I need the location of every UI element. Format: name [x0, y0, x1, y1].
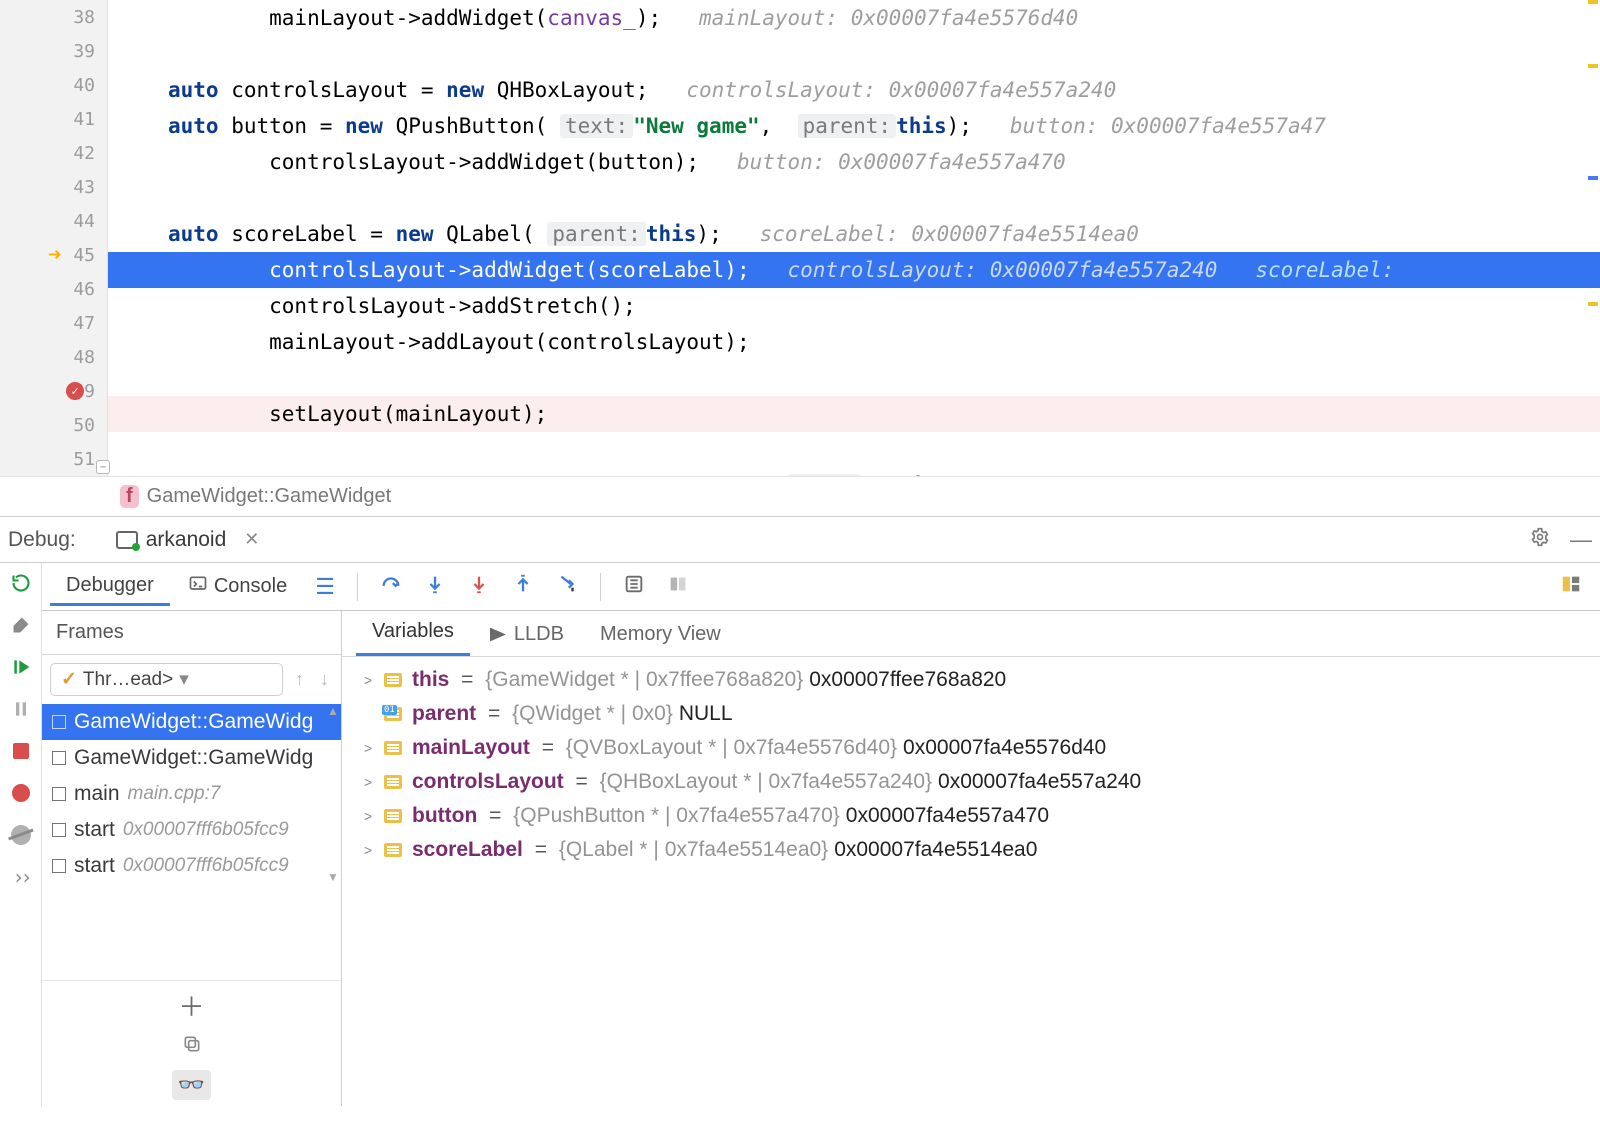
evaluate-expression-button[interactable] [613, 573, 655, 601]
frame-list[interactable]: ▲▼ GameWidget::GameWidgGameWidget::GameW… [42, 704, 341, 884]
stack-frame-item[interactable]: start 0x00007fff6b05fcc9 [42, 812, 341, 848]
variables-pane: Variables LLDB Memory View >this = {Game… [342, 611, 1600, 1106]
debug-tabs-row: Debugger Console ☰ [42, 563, 1600, 611]
variable-row[interactable]: >scoreLabel = {QLabel * | 0x7fa4e5514ea0… [354, 833, 1588, 867]
code-editor[interactable]: 3839404142434445➜464748495051 mainLayout… [0, 0, 1600, 476]
pause-button[interactable] [9, 697, 33, 721]
frame-icon [52, 751, 66, 765]
frame-icon [52, 787, 66, 801]
stack-frame-item[interactable]: start 0x00007fff6b05fcc9 [42, 848, 341, 884]
stop-button[interactable] [9, 739, 33, 763]
debug-label: Debug: [8, 528, 76, 552]
rerun-button[interactable] [9, 571, 33, 595]
layout-settings-button[interactable] [1550, 573, 1592, 601]
step-into-button[interactable] [414, 573, 456, 601]
resume-button[interactable] [9, 655, 33, 679]
debug-config-name: arkanoid [146, 528, 227, 552]
frames-pane: Frames ✓ Thr…ead> ▾ ↑ ↓ ▲▼ GameWidget::G… [42, 611, 342, 1106]
minimize-icon[interactable]: — [1570, 527, 1592, 553]
stack-frame-item[interactable]: GameWidget::GameWidg [42, 740, 341, 776]
variable-row[interactable]: parent = {QWidget * | 0x0} NULL [354, 697, 1588, 731]
debugger-tab[interactable]: Debugger [50, 568, 170, 606]
next-frame-button[interactable]: ↓ [316, 669, 333, 690]
breadcrumb-bar[interactable]: f GameWidget::GameWidget [0, 476, 1600, 516]
force-step-into-button[interactable] [458, 573, 500, 601]
threads-icon[interactable]: ☰ [305, 574, 345, 600]
trace-button[interactable] [657, 573, 699, 601]
variables-tab[interactable]: Variables [356, 610, 470, 656]
run-to-cursor-button[interactable] [546, 573, 588, 601]
add-watch-button[interactable]: ＋ [178, 987, 204, 1024]
debug-configuration-pill[interactable]: arkanoid ✕ [106, 526, 270, 554]
variable-icon [384, 707, 402, 721]
thread-selector[interactable]: ✓ Thr…ead> ▾ [50, 663, 283, 696]
prev-frame-button[interactable]: ↑ [291, 669, 308, 690]
debug-toolwindow-header: Debug: arkanoid ✕ — [0, 516, 1600, 562]
variable-row[interactable]: >this = {GameWidget * | 0x7ffee768a820} … [354, 663, 1588, 697]
breakpoint-icon[interactable] [66, 382, 84, 400]
chevron-down-icon: ▾ [179, 668, 189, 691]
lldb-tab[interactable]: LLDB [474, 613, 580, 656]
console-icon [188, 574, 208, 600]
stack-frame-item[interactable]: main main.cpp:7 [42, 776, 341, 812]
variable-icon [384, 673, 402, 687]
gear-icon[interactable] [1530, 527, 1550, 553]
variable-row[interactable]: >controlsLayout = {QHBoxLayout * | 0x7fa… [354, 765, 1588, 799]
console-tab[interactable]: Console [172, 568, 303, 606]
copy-frame-button[interactable] [182, 1034, 202, 1060]
frame-icon [52, 823, 66, 837]
close-icon[interactable]: ✕ [244, 529, 259, 550]
play-icon [490, 628, 506, 642]
variable-row[interactable]: >mainLayout = {QVBoxLayout * | 0x7fa4e55… [354, 731, 1588, 765]
editor-code-area[interactable]: mainLayout->addWidget(canvas_); mainLayo… [108, 0, 1600, 476]
frames-heading: Frames [42, 611, 341, 655]
step-out-button[interactable] [502, 573, 544, 601]
view-breakpoints-button[interactable] [9, 781, 33, 805]
variable-icon [384, 809, 402, 823]
variable-icon [384, 741, 402, 755]
execution-point-icon: ➜ [48, 243, 61, 268]
step-over-button[interactable] [370, 573, 412, 601]
breadcrumb-path[interactable]: GameWidget::GameWidget [147, 485, 392, 508]
editor-gutter[interactable]: 3839404142434445➜464748495051 [0, 0, 108, 476]
editor-marker-strip[interactable] [1586, 0, 1600, 476]
variable-icon [384, 843, 402, 857]
variable-row[interactable]: >button = {QPushButton * | 0x7fa4e557a47… [354, 799, 1588, 833]
memory-view-tab[interactable]: Memory View [584, 613, 737, 656]
breadcrumb-kind-badge: f [120, 485, 139, 508]
frames-scrollbar[interactable]: ▲▼ [325, 704, 341, 884]
stack-frame-item[interactable]: GameWidget::GameWidg [42, 704, 341, 740]
frame-icon [52, 715, 66, 729]
debug-side-toolbar: ›› [0, 563, 42, 1106]
application-icon [116, 531, 138, 549]
mute-breakpoints-button[interactable] [9, 823, 33, 847]
more-button[interactable]: ›› [9, 865, 33, 889]
variable-icon [384, 775, 402, 789]
variables-tree[interactable]: >this = {GameWidget * | 0x7ffee768a820} … [342, 657, 1600, 873]
check-icon: ✓ [61, 668, 77, 691]
frame-icon [52, 859, 66, 873]
watches-view-button[interactable]: 👓 [172, 1070, 211, 1100]
modify-run-config-button[interactable] [9, 613, 33, 637]
